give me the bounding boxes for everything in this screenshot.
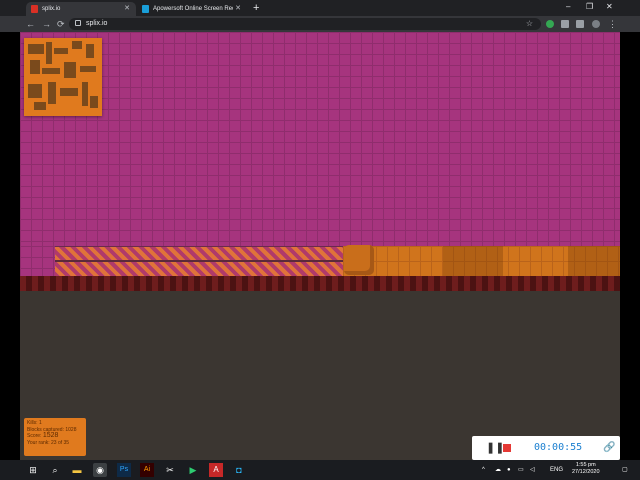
app-icon[interactable]: ✂ xyxy=(163,463,177,477)
player-block xyxy=(344,245,374,275)
bookmark-star-icon[interactable]: ☆ xyxy=(526,18,533,30)
acrobat-icon[interactable]: A xyxy=(209,463,223,477)
tab-title: splix.io xyxy=(42,6,61,12)
minimap xyxy=(24,38,102,116)
trail-divider xyxy=(55,260,343,262)
lock-icon xyxy=(75,20,81,26)
score-label: Score: xyxy=(27,433,42,439)
tray-up-icon[interactable]: ^ xyxy=(482,464,485,476)
tab-close-icon[interactable]: ✕ xyxy=(124,2,130,16)
rank-text: Your rank: 23 of 35 xyxy=(27,439,70,446)
browser-tab-bar: splix.io ✕ Apowersoft Online Screen Reco… xyxy=(0,0,640,16)
address-bar[interactable]: splix.io ☆ xyxy=(69,18,541,30)
tab-splix[interactable]: splix.io ✕ xyxy=(26,2,136,16)
extension-icon[interactable] xyxy=(546,20,554,28)
volume-icon[interactable]: ◁ xyxy=(530,464,535,476)
profile-avatar-icon[interactable] xyxy=(592,20,600,28)
system-clock[interactable]: 1:55 pm 27/12/2020 xyxy=(572,462,600,476)
game-canvas[interactable]: Kills: 1 Blocks captured: 1028 Score: 15… xyxy=(20,32,620,460)
illustrator-icon[interactable]: Ai xyxy=(140,463,154,477)
reload-button[interactable]: ⟳ xyxy=(57,18,65,30)
recorder-app-icon[interactable]: ◘ xyxy=(232,463,246,477)
recording-timer: 00:00:55 xyxy=(534,442,583,453)
maximize-button[interactable]: ❐ xyxy=(586,1,593,13)
tab-title: Apowersoft Online Screen Recor xyxy=(153,6,233,12)
url-text: splix.io xyxy=(86,20,108,27)
microphone-icon[interactable]: ● xyxy=(507,464,511,476)
windows-start-icon[interactable]: ⊞ xyxy=(26,463,40,477)
notifications-icon[interactable]: ▢ xyxy=(622,464,628,476)
stop-icon[interactable] xyxy=(503,444,511,452)
tab-close-icon[interactable]: ✕ xyxy=(235,2,241,16)
map-border xyxy=(20,276,620,291)
file-explorer-icon[interactable]: ▬ xyxy=(70,463,84,477)
taskbar: ⊞ ⌕ ▬ ◉ Ps Ai ✂ ▶ A ◘ ^ ☁ ● ▭ ◁ ENG 1:55… xyxy=(0,460,640,480)
new-tab-button[interactable]: + xyxy=(253,1,259,15)
minimize-button[interactable]: – xyxy=(566,1,570,13)
clock-date: 27/12/2020 xyxy=(572,469,600,475)
puzzle-extensions-icon[interactable] xyxy=(576,20,584,28)
player-territory xyxy=(343,246,620,276)
browser-menu-icon[interactable]: ⋮ xyxy=(608,18,617,30)
apowersoft-favicon-icon xyxy=(142,5,149,13)
chrome-icon[interactable]: ◉ xyxy=(93,463,107,477)
browser-toolbar: ← → ⟳ splix.io ☆ ⋮ xyxy=(0,16,640,32)
link-icon[interactable]: 🔗 xyxy=(603,441,615,455)
pause-icon[interactable]: ❚❚ xyxy=(486,441,504,455)
splix-favicon-icon xyxy=(31,5,38,13)
media-player-icon[interactable]: ▶ xyxy=(186,463,200,477)
enemy-territory xyxy=(20,32,620,278)
photoshop-icon[interactable]: Ps xyxy=(117,463,131,477)
screen-recorder-widget: ❚❚ 00:00:55 🔗 xyxy=(472,436,620,460)
network-icon[interactable]: ▭ xyxy=(518,464,524,476)
forward-button[interactable]: → xyxy=(42,18,51,30)
search-icon[interactable]: ⌕ xyxy=(48,463,62,477)
extension-icon[interactable] xyxy=(561,20,569,28)
enemy-territory xyxy=(20,246,55,276)
score-value: 1528 xyxy=(42,432,59,439)
tab-apowersoft[interactable]: Apowersoft Online Screen Recor ✕ xyxy=(137,2,247,16)
clock-time: 1:55 pm xyxy=(575,462,596,468)
cloud-icon[interactable]: ☁ xyxy=(495,464,501,476)
stats-panel: Kills: 1 Blocks captured: 1028 Score: 15… xyxy=(24,418,86,456)
language-indicator[interactable]: ENG xyxy=(550,464,563,476)
back-button[interactable]: ← xyxy=(26,18,35,30)
close-window-button[interactable]: ✕ xyxy=(606,1,613,13)
